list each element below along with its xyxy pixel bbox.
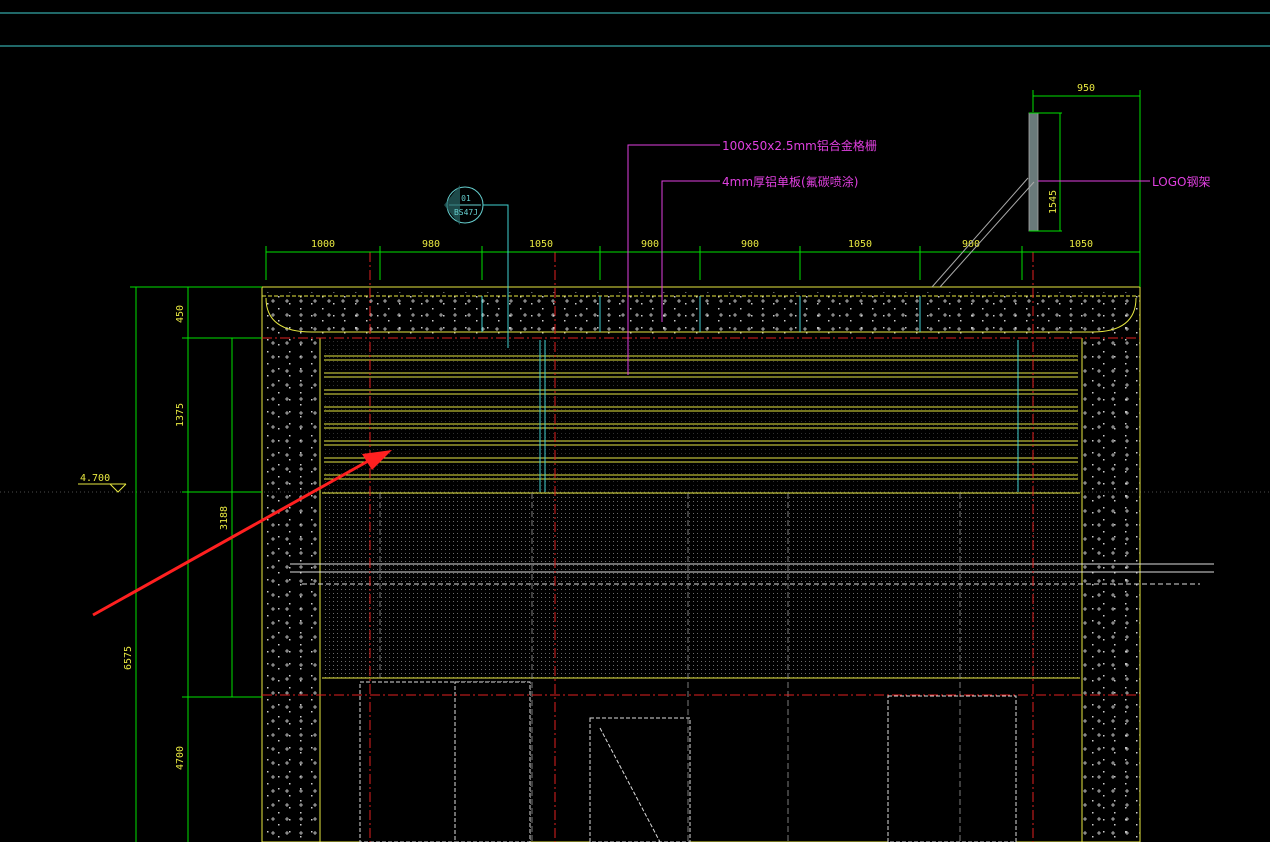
top-dim-6: 1050	[848, 239, 872, 250]
top-dim-7: 900	[962, 239, 980, 250]
top-dim-1: 1000	[311, 239, 335, 250]
top-guide-lines	[0, 12, 1270, 47]
left-dim-450: 450	[175, 305, 186, 323]
left-dim-3188: 3188	[219, 506, 230, 530]
left-dim-1375: 1375	[175, 403, 186, 427]
cad-elevation-drawing: 1000 980 1050 900 900 1050 900 1050 950 …	[0, 12, 1270, 842]
left-dim-6575: 6575	[123, 646, 134, 670]
top-dim-5: 900	[741, 239, 759, 250]
detail-tag-top: 01	[461, 194, 471, 203]
logo-width-dim: 950	[1077, 83, 1095, 94]
top-dim-2: 980	[422, 239, 440, 250]
logo-height-dim: 1545	[1048, 190, 1059, 214]
note-panel: 4mm厚铝单板(氟碳喷涂)	[722, 174, 858, 189]
left-dim-4700: 4700	[175, 746, 186, 770]
logo-frame	[931, 90, 1141, 288]
level-marker	[78, 483, 127, 493]
note-logo: LOGO钢架	[1152, 175, 1210, 189]
louver-hatch	[324, 340, 1078, 492]
top-dim-4: 900	[641, 239, 659, 250]
note-frame: 100x50x2.5mm铝合金格栅	[722, 138, 877, 153]
top-dim-8: 1050	[1069, 239, 1093, 250]
detail-tag-bottom: BS47J	[454, 208, 478, 217]
top-dimension-chain	[265, 246, 1141, 280]
top-dim-3: 1050	[529, 239, 553, 250]
left-dimension-chains	[130, 286, 262, 842]
top-dimension-labels: 1000 980 1050 900 900 1050 900 1050	[311, 239, 1093, 250]
level-mark-label: 4.700	[80, 473, 110, 484]
